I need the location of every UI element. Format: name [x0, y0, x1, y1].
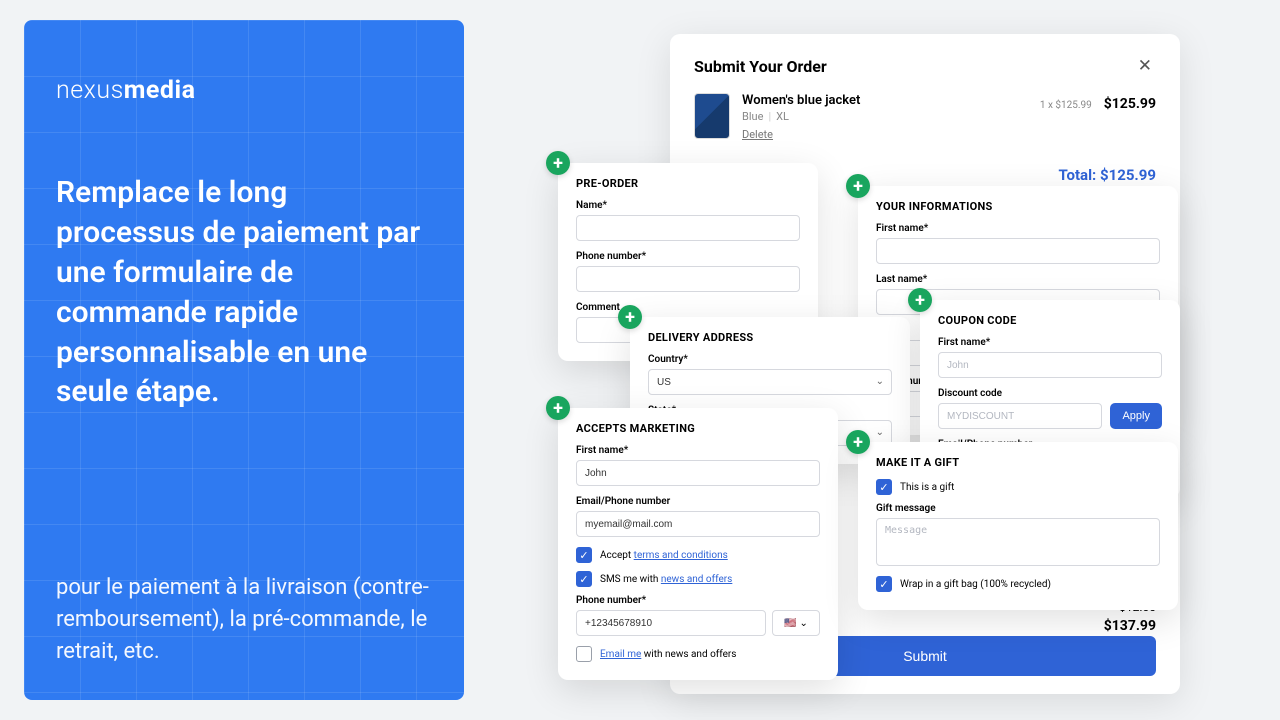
- phone-label: Phone number*: [576, 251, 800, 262]
- apply-button[interactable]: Apply: [1110, 403, 1162, 429]
- card-title: MAKE IT A GIFT: [876, 456, 1160, 469]
- promo-panel: nexusmedia Remplace le long processus de…: [24, 20, 464, 700]
- chevron-down-icon: ⌄: [800, 618, 808, 629]
- logo-thin: nexus: [56, 76, 124, 105]
- country-select[interactable]: [648, 369, 892, 395]
- logo: nexusmedia: [56, 76, 432, 105]
- card-title: DELIVERY ADDRESS: [648, 331, 892, 344]
- gift-message[interactable]: [876, 518, 1160, 566]
- marketing-card: + ACCEPTS MARKETING First name* Email/Ph…: [558, 408, 838, 680]
- unit-price: 1 x $125.99: [1040, 100, 1092, 111]
- wrap-checkbox[interactable]: ✓: [876, 576, 892, 592]
- phone-country-select[interactable]: 🇺🇸 ⌄: [772, 610, 820, 636]
- card-title: ACCEPTS MARKETING: [576, 422, 820, 435]
- email-me-checkbox[interactable]: [576, 646, 592, 662]
- plus-icon: +: [846, 430, 870, 454]
- headline: Remplace le long processus de paiement p…: [56, 173, 432, 412]
- delete-product[interactable]: Delete: [742, 128, 773, 141]
- plus-icon: +: [546, 151, 570, 175]
- marketing-contact[interactable]: [576, 511, 820, 537]
- is-gift-checkbox[interactable]: ✓: [876, 479, 892, 495]
- comment-label: Comment: [576, 302, 800, 313]
- name-input[interactable]: [576, 215, 800, 241]
- discount-code-input[interactable]: [938, 403, 1102, 429]
- product-variant: Blue|XL: [742, 110, 1028, 123]
- phone-input[interactable]: [576, 266, 800, 292]
- first-name-input[interactable]: [876, 238, 1160, 264]
- card-title: PRE-ORDER: [576, 177, 800, 190]
- name-label: Name*: [576, 200, 800, 211]
- product-row: Women's blue jacket Blue|XL Delete 1 x $…: [694, 93, 1156, 142]
- plus-icon: +: [618, 305, 642, 329]
- marketing-first-name[interactable]: [576, 460, 820, 486]
- product-name: Women's blue jacket: [742, 93, 1028, 108]
- plus-icon: +: [546, 396, 570, 420]
- plus-icon: +: [908, 288, 932, 312]
- gift-card: + MAKE IT A GIFT ✓ This is a gift Gift m…: [858, 442, 1178, 610]
- terms-link[interactable]: terms and conditions: [634, 550, 728, 561]
- line-price: $125.99: [1104, 96, 1156, 112]
- marketing-phone[interactable]: [576, 610, 766, 636]
- accept-terms-checkbox[interactable]: ✓: [576, 547, 592, 563]
- card-title: YOUR INFORMATIONS: [876, 200, 1160, 213]
- sms-checkbox[interactable]: ✓: [576, 571, 592, 587]
- coupon-first-name[interactable]: [938, 352, 1162, 378]
- plus-icon: +: [846, 174, 870, 198]
- card-title: COUPON CODE: [938, 314, 1162, 327]
- subtext: pour le paiement à la livraison (contre-…: [56, 572, 432, 668]
- product-thumb: [694, 93, 730, 139]
- close-icon[interactable]: ✕: [1134, 56, 1156, 77]
- modal-title: Submit Your Order: [694, 57, 827, 76]
- email-me-link[interactable]: Email me: [600, 649, 641, 660]
- news-link[interactable]: news and offers: [661, 574, 732, 585]
- logo-bold: media: [124, 76, 196, 105]
